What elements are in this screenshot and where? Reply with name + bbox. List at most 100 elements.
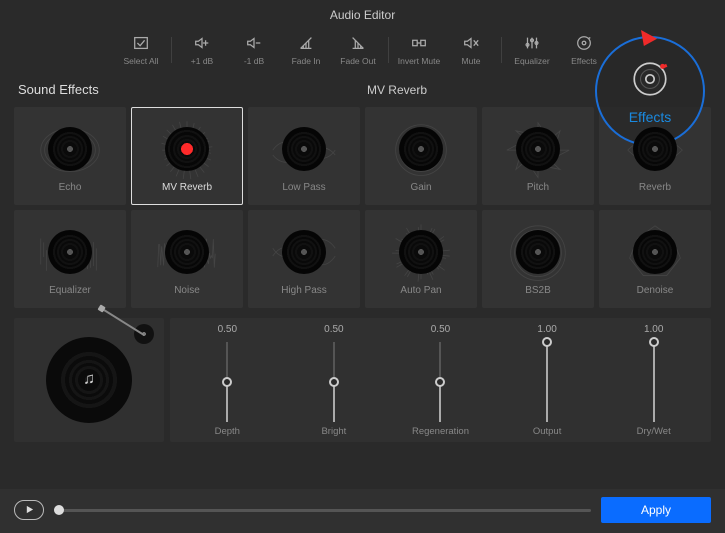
slider-depth[interactable]: 0.50 Depth <box>182 324 272 440</box>
vinyl-icon <box>46 337 132 423</box>
effect-thumbnail <box>148 219 226 285</box>
playhead-thumb[interactable] <box>54 505 64 515</box>
effect-label: Auto Pan <box>400 285 441 296</box>
toolbar-select-all[interactable]: Select All <box>119 34 163 66</box>
slider-value: 0.50 <box>431 324 450 338</box>
toolbar-equalizer[interactable]: Equalizer <box>510 34 554 66</box>
slider-thumb[interactable] <box>222 377 232 387</box>
volume-down-icon <box>245 34 263 54</box>
play-button[interactable] <box>14 500 44 520</box>
effect-echo[interactable]: Echo <box>14 107 126 205</box>
effect-noise[interactable]: Noise <box>131 210 243 308</box>
select-all-icon <box>132 34 150 54</box>
parameter-sliders: 0.50 Depth 0.50 Bright 0.50 Regeneration… <box>170 318 711 442</box>
preview-turntable <box>14 318 164 442</box>
vinyl-icon <box>633 127 677 171</box>
toolbar-fade-out[interactable]: Fade Out <box>336 34 380 66</box>
vinyl-icon <box>165 127 209 171</box>
equalizer-icon <box>523 34 541 54</box>
toolbar-label: Select All <box>124 56 159 66</box>
toolbar-label: Fade Out <box>340 56 375 66</box>
slider-value: 1.00 <box>537 324 556 338</box>
slider-thumb[interactable] <box>542 337 552 347</box>
toolbar-label: Effects <box>571 56 597 66</box>
toolbar: Select All +1 dB -1 dB Fade In Fade Out … <box>0 26 725 74</box>
effect-label: Echo <box>59 182 82 193</box>
slider-dry-wet[interactable]: 1.00 Dry/Wet <box>609 324 699 440</box>
slider-regeneration[interactable]: 0.50 Regeneration <box>395 324 485 440</box>
slider-track[interactable] <box>226 342 228 422</box>
vinyl-icon <box>633 230 677 274</box>
effect-label: Pitch <box>527 182 549 193</box>
slider-fill <box>653 342 655 422</box>
effect-gain[interactable]: Gain <box>365 107 477 205</box>
toolbar-mute[interactable]: Mute <box>449 34 493 66</box>
toolbar-invert-mute[interactable]: Invert Mute <box>397 34 441 66</box>
toolbar-effects[interactable]: Effects <box>562 34 606 66</box>
effect-thumbnail <box>616 116 694 182</box>
slider-track[interactable] <box>439 342 441 422</box>
slider-output[interactable]: 1.00 Output <box>502 324 592 440</box>
slider-fill <box>546 342 548 422</box>
effect-mv-reverb[interactable]: MV Reverb <box>131 107 243 205</box>
vinyl-icon <box>48 127 92 171</box>
effect-auto-pan[interactable]: Auto Pan <box>365 210 477 308</box>
effect-label: Denoise <box>637 285 674 296</box>
effect-thumbnail <box>31 116 109 182</box>
effect-thumbnail <box>499 219 577 285</box>
effect-label: High Pass <box>281 285 327 296</box>
slider-bright[interactable]: 0.50 Bright <box>289 324 379 440</box>
slider-thumb[interactable] <box>329 377 339 387</box>
toolbar-divider <box>388 37 389 63</box>
toolbar-minus-1db[interactable]: -1 dB <box>232 34 276 66</box>
effect-equalizer[interactable]: Equalizer <box>14 210 126 308</box>
vinyl-icon <box>282 230 326 274</box>
effect-label: Gain <box>410 182 431 193</box>
effect-thumbnail <box>31 219 109 285</box>
slider-value: 0.50 <box>324 324 343 338</box>
slider-value: 0.50 <box>218 324 237 338</box>
play-icon <box>25 501 34 519</box>
effect-thumbnail <box>616 219 694 285</box>
slider-track[interactable] <box>333 342 335 422</box>
vinyl-icon <box>399 127 443 171</box>
slider-fill <box>333 382 335 422</box>
effect-low-pass[interactable]: Low Pass <box>248 107 360 205</box>
toolbar-label: Invert Mute <box>398 56 441 66</box>
effect-reverb[interactable]: Reverb <box>599 107 711 205</box>
playback-timeline[interactable] <box>54 509 591 512</box>
effect-thumbnail <box>148 116 226 182</box>
slider-track[interactable] <box>653 342 655 422</box>
slider-label: Depth <box>215 426 240 440</box>
vinyl-icon <box>399 230 443 274</box>
slider-thumb[interactable] <box>435 377 445 387</box>
effect-denoise[interactable]: Denoise <box>599 210 711 308</box>
apply-button[interactable]: Apply <box>601 497 711 523</box>
effects-icon <box>575 34 593 54</box>
effect-pitch[interactable]: Pitch <box>482 107 594 205</box>
invert-mute-icon <box>410 34 428 54</box>
slider-track[interactable] <box>546 342 548 422</box>
effect-high-pass[interactable]: High Pass <box>248 210 360 308</box>
slider-thumb[interactable] <box>649 337 659 347</box>
slider-value: 1.00 <box>644 324 663 338</box>
window-title: Audio Editor <box>0 0 725 26</box>
vinyl-icon <box>282 127 326 171</box>
toolbar-label: Fade In <box>292 56 321 66</box>
effect-thumbnail <box>265 219 343 285</box>
toolbar-plus-1db[interactable]: +1 dB <box>180 34 224 66</box>
toolbar-fade-in[interactable]: Fade In <box>284 34 328 66</box>
effect-thumbnail <box>265 116 343 182</box>
toolbar-label: +1 dB <box>191 56 213 66</box>
footer: Apply <box>0 489 725 533</box>
effect-bs2b[interactable]: BS2B <box>482 210 594 308</box>
toolbar-divider <box>171 37 172 63</box>
vinyl-icon <box>48 230 92 274</box>
slider-label: Regeneration <box>412 426 469 440</box>
effect-thumbnail <box>382 116 460 182</box>
volume-up-icon <box>193 34 211 54</box>
slider-fill <box>226 382 228 422</box>
fade-out-icon <box>349 34 367 54</box>
effect-thumbnail <box>382 219 460 285</box>
slider-label: Output <box>533 426 562 440</box>
